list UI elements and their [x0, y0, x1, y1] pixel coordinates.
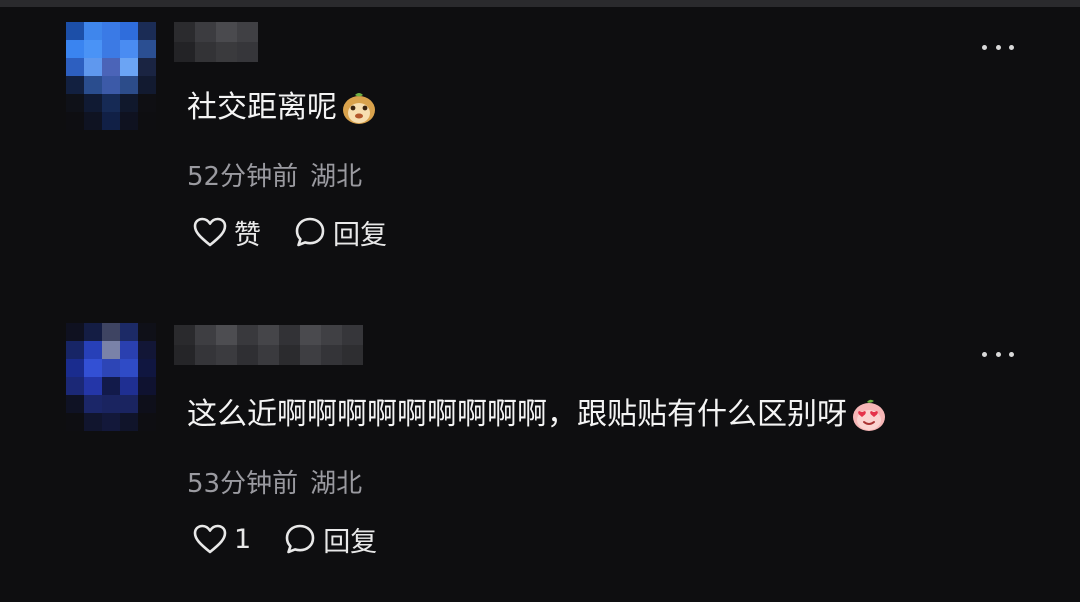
comment-meta: 53分钟前 湖北: [187, 463, 362, 500]
location: 湖北: [310, 469, 363, 499]
comment-item: 这么近啊啊啊啊啊啊啊啊啊，跟贴贴有什么区别呀 53分钟前 湖北 1 回复: [0, 305, 1080, 595]
timestamp: 52分钟前: [187, 162, 299, 192]
comment-text: 社交距离呢: [187, 88, 377, 128]
reply-label: 回复: [323, 526, 378, 558]
heart-eyes-peach-emoji-icon: [853, 399, 885, 431]
reply-button[interactable]: 回复: [283, 520, 377, 559]
comment-item: 社交距离呢 52分钟前 湖北 赞 回复: [0, 0, 1080, 290]
comment-actions: 1 回复: [192, 520, 377, 559]
location: 湖北: [310, 162, 363, 192]
heart-icon: [193, 524, 227, 554]
comment-actions: 赞 回复: [192, 213, 387, 252]
reply-button[interactable]: 回复: [293, 213, 387, 252]
monkey-face-emoji-icon: [343, 93, 375, 124]
like-button[interactable]: 1: [192, 523, 251, 555]
username-blurred[interactable]: [174, 325, 363, 365]
speech-bubble-icon: [295, 217, 325, 247]
like-count: 1: [234, 523, 252, 555]
speech-bubble-icon: [285, 524, 315, 554]
like-label: 赞: [234, 219, 261, 251]
timestamp: 53分钟前: [187, 469, 299, 499]
more-options-button[interactable]: [982, 42, 1014, 52]
more-options-button[interactable]: [982, 349, 1014, 359]
like-button[interactable]: 赞: [192, 213, 261, 252]
username-blurred[interactable]: [174, 22, 258, 62]
comment-text: 这么近啊啊啊啊啊啊啊啊啊，跟贴贴有什么区别呀: [187, 395, 887, 435]
avatar[interactable]: [66, 323, 156, 431]
reply-label: 回复: [333, 219, 387, 251]
comment-meta: 52分钟前 湖北: [187, 156, 362, 193]
heart-icon: [193, 217, 227, 247]
avatar[interactable]: [66, 22, 156, 130]
